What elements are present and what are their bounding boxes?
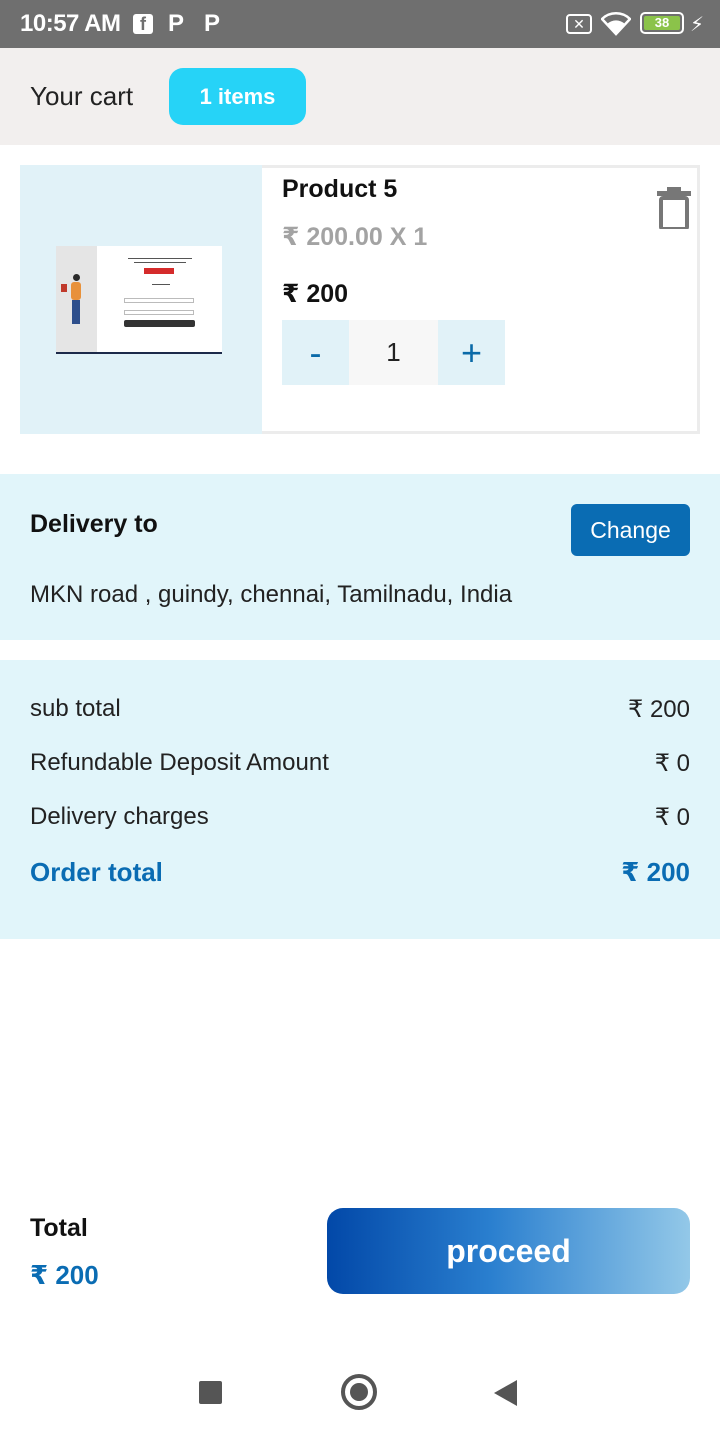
status-time: 10:57 AM	[20, 10, 121, 37]
change-address-button[interactable]: Change	[571, 504, 690, 556]
summary-label: Refundable Deposit Amount	[30, 749, 329, 776]
battery-icon: 38	[640, 12, 684, 34]
summary-row-delivery-charges: Delivery charges ₹ 0	[30, 803, 690, 837]
footer-total-label: Total	[30, 1214, 88, 1242]
summary-row-deposit: Refundable Deposit Amount ₹ 0	[30, 749, 690, 783]
delivery-label: Delivery to	[30, 510, 158, 538]
trash-icon[interactable]	[657, 187, 691, 231]
status-bar: 10:57 AM f P P ✕ 38 ⚡	[0, 0, 720, 48]
summary-row-order-total: Order total ₹ 200	[30, 857, 690, 891]
order-total-value: ₹ 200	[621, 857, 690, 887]
cart-header: Your cart 1 items	[0, 48, 720, 145]
summary-label: Delivery charges	[30, 803, 209, 830]
product-image-screenshot	[56, 246, 222, 354]
summary-value: ₹ 0	[654, 804, 690, 831]
home-icon[interactable]	[341, 1374, 377, 1410]
summary-label: sub total	[30, 695, 121, 722]
product-image	[20, 165, 262, 434]
product-unit-price: ₹ 200.00 X 1	[282, 223, 428, 251]
quantity-value: 1	[349, 320, 438, 385]
decrease-quantity-button[interactable]: -	[282, 320, 349, 385]
battery-level: 38	[644, 16, 680, 30]
summary-value: ₹ 200	[628, 696, 690, 723]
wifi-icon	[600, 12, 632, 36]
proceed-button[interactable]: proceed	[327, 1208, 690, 1294]
back-icon[interactable]	[494, 1380, 517, 1406]
charging-bolt-icon: ⚡	[690, 13, 705, 36]
cart-item-card: Product 5 ₹ 200.00 X 1 ₹ 200 - 1 +	[20, 165, 700, 434]
summary-row-subtotal: sub total ₹ 200	[30, 695, 690, 729]
items-count-badge: 1 items	[169, 68, 306, 125]
recents-icon[interactable]	[199, 1381, 222, 1404]
page-title: Your cart	[30, 81, 134, 111]
quantity-stepper: - 1 +	[282, 320, 505, 385]
facebook-icon: f	[133, 14, 153, 34]
delivery-address: MKN road , guindy, chennai, Tamilnadu, I…	[30, 581, 513, 608]
p-app-icon: P	[204, 10, 221, 37]
delivery-section: Delivery to Change MKN road , guindy, ch…	[0, 474, 720, 640]
footer-total-value: ₹ 200	[30, 1260, 99, 1290]
no-sim-icon: ✕	[566, 14, 592, 34]
summary-value: ₹ 0	[654, 750, 690, 777]
product-name: Product 5	[282, 175, 398, 203]
order-total-label: Order total	[30, 857, 163, 887]
increase-quantity-button[interactable]: +	[438, 320, 505, 385]
p-app-icon: P	[168, 10, 185, 37]
order-summary: sub total ₹ 200 Refundable Deposit Amoun…	[0, 660, 720, 939]
product-price: ₹ 200	[282, 280, 349, 308]
